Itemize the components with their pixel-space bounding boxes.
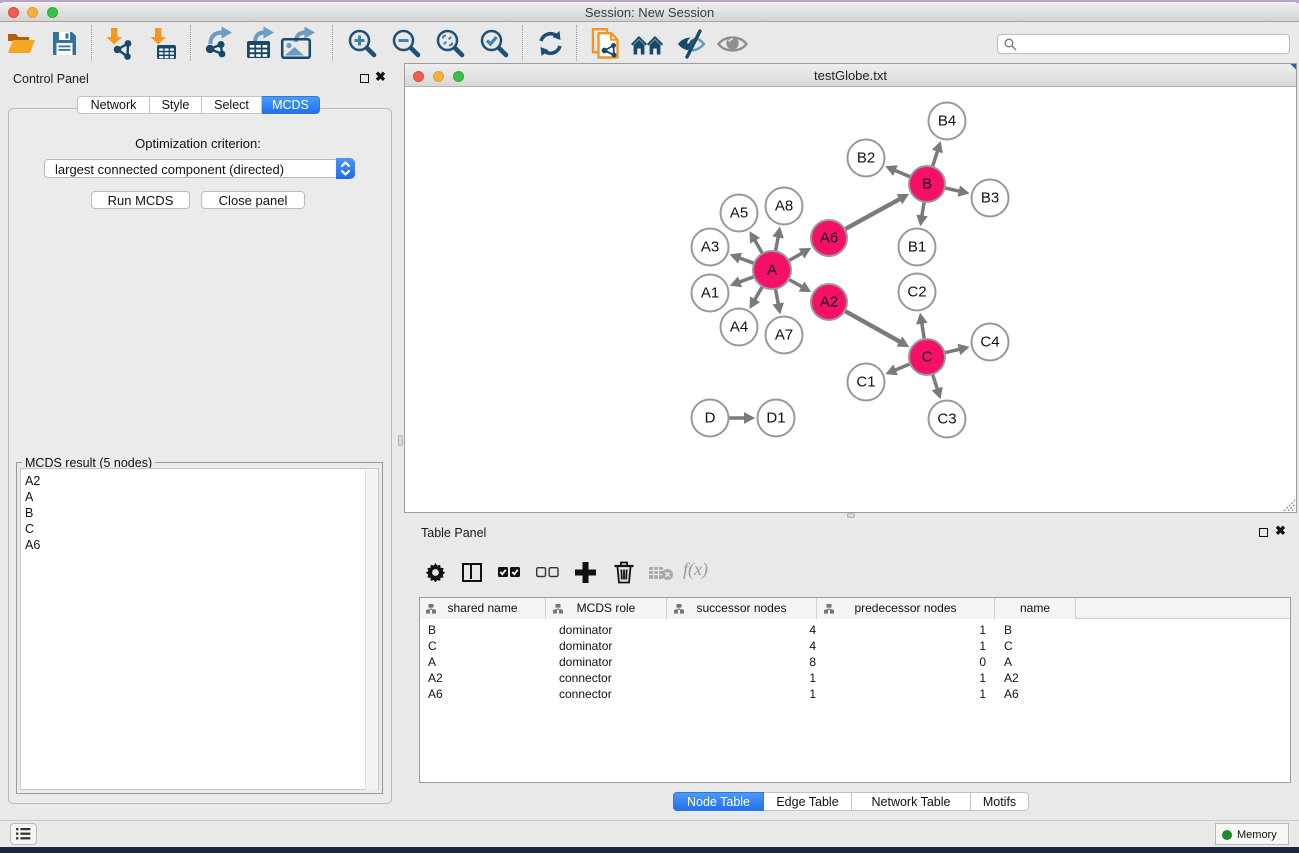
svg-text:A8: A8 <box>775 198 793 215</box>
svg-text:C1: C1 <box>856 374 875 391</box>
svg-text:A2: A2 <box>820 294 838 311</box>
svg-text:A1: A1 <box>701 285 719 302</box>
svg-text:A3: A3 <box>701 239 719 256</box>
svg-text:B3: B3 <box>981 190 999 207</box>
svg-text:A5: A5 <box>730 205 748 222</box>
svg-text:C4: C4 <box>980 334 999 351</box>
svg-text:A4: A4 <box>730 319 748 336</box>
svg-text:B2: B2 <box>857 150 875 167</box>
svg-text:C2: C2 <box>907 284 926 301</box>
svg-text:C: C <box>922 349 933 366</box>
svg-text:A6: A6 <box>820 230 838 247</box>
svg-text:C3: C3 <box>937 411 956 428</box>
svg-text:A7: A7 <box>775 327 793 344</box>
svg-text:A: A <box>767 262 777 279</box>
svg-text:D: D <box>705 410 716 427</box>
svg-text:D1: D1 <box>766 410 785 427</box>
svg-text:B1: B1 <box>908 239 926 256</box>
svg-text:B4: B4 <box>938 113 956 130</box>
svg-text:B: B <box>922 176 932 193</box>
